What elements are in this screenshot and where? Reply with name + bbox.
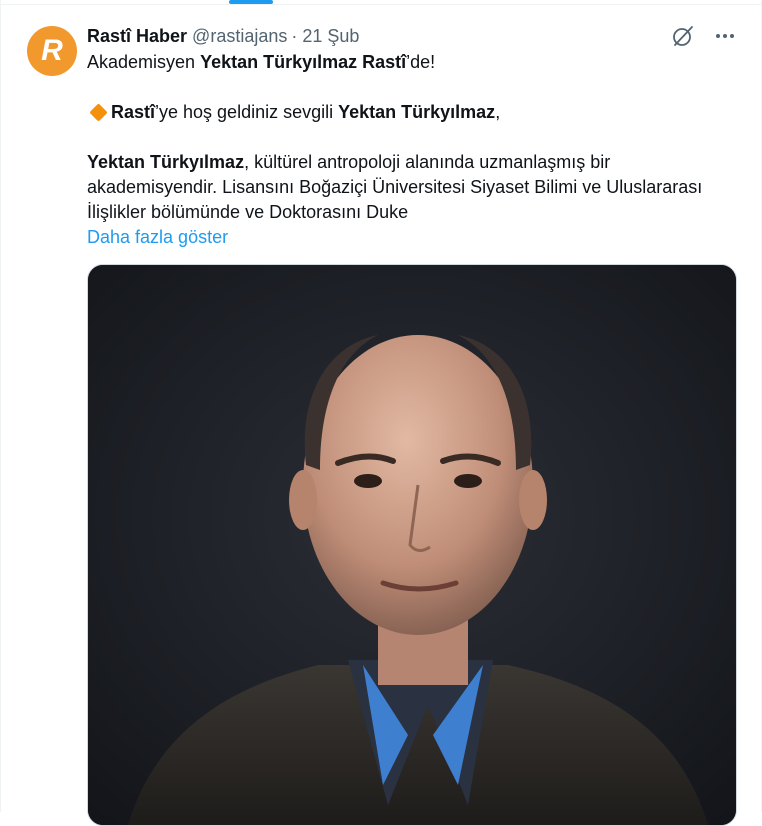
top-divider	[1, 4, 762, 5]
portrait-photo	[88, 265, 736, 825]
tweet-text: Akademisyen Yektan Türkyılmaz Rastî’de! …	[87, 50, 733, 250]
tweet-actions	[669, 22, 739, 50]
timeline-column: R Rastî Haber @rastiajans · 21 Şub Akade…	[0, 0, 762, 826]
text-segment: Akademisyen	[87, 52, 201, 72]
timestamp[interactable]: 21 Şub	[302, 26, 359, 47]
tweet-line-3: Yektan Türkyılmaz, kültürel antropoloji …	[87, 150, 733, 225]
bold-text: Yektan Türkyılmaz	[338, 102, 496, 122]
grok-button[interactable]	[669, 22, 697, 50]
tweet-header: Rastî Haber @rastiajans · 21 Şub	[87, 25, 359, 47]
tweet-line-1: Akademisyen Yektan Türkyılmaz Rastî’de!	[87, 50, 733, 75]
grok-icon	[673, 26, 693, 46]
tweet-line-2: Rastî’ye hoş geldiniz sevgili Yektan Tür…	[87, 100, 733, 125]
user-handle[interactable]: @rastiajans	[192, 26, 287, 47]
text-segment: ,	[495, 102, 501, 122]
rasti-logo-avatar-letter: R	[41, 34, 63, 67]
bold-text: Yektan Türkyılmaz Rastî	[200, 52, 407, 72]
more-button[interactable]	[711, 22, 739, 50]
tweet-photo[interactable]	[87, 264, 737, 826]
separator-dot: ·	[291, 25, 298, 46]
tweet[interactable]: R Rastî Haber @rastiajans · 21 Şub Akade…	[1, 6, 762, 826]
bold-text: Yektan Türkyılmaz	[87, 152, 245, 172]
active-tab-indicator	[229, 0, 273, 4]
text-segment: ’ye hoş geldiniz sevgili	[155, 102, 339, 122]
bold-text: Rastî	[111, 102, 156, 122]
display-name[interactable]: Rastî Haber	[87, 26, 187, 47]
avatar[interactable]: R	[27, 26, 77, 76]
show-more-link[interactable]: Daha fazla göster	[87, 225, 228, 250]
more-icon	[716, 34, 734, 38]
orange-diamond-emoji	[89, 103, 108, 122]
text-segment: ’de!	[406, 52, 436, 72]
